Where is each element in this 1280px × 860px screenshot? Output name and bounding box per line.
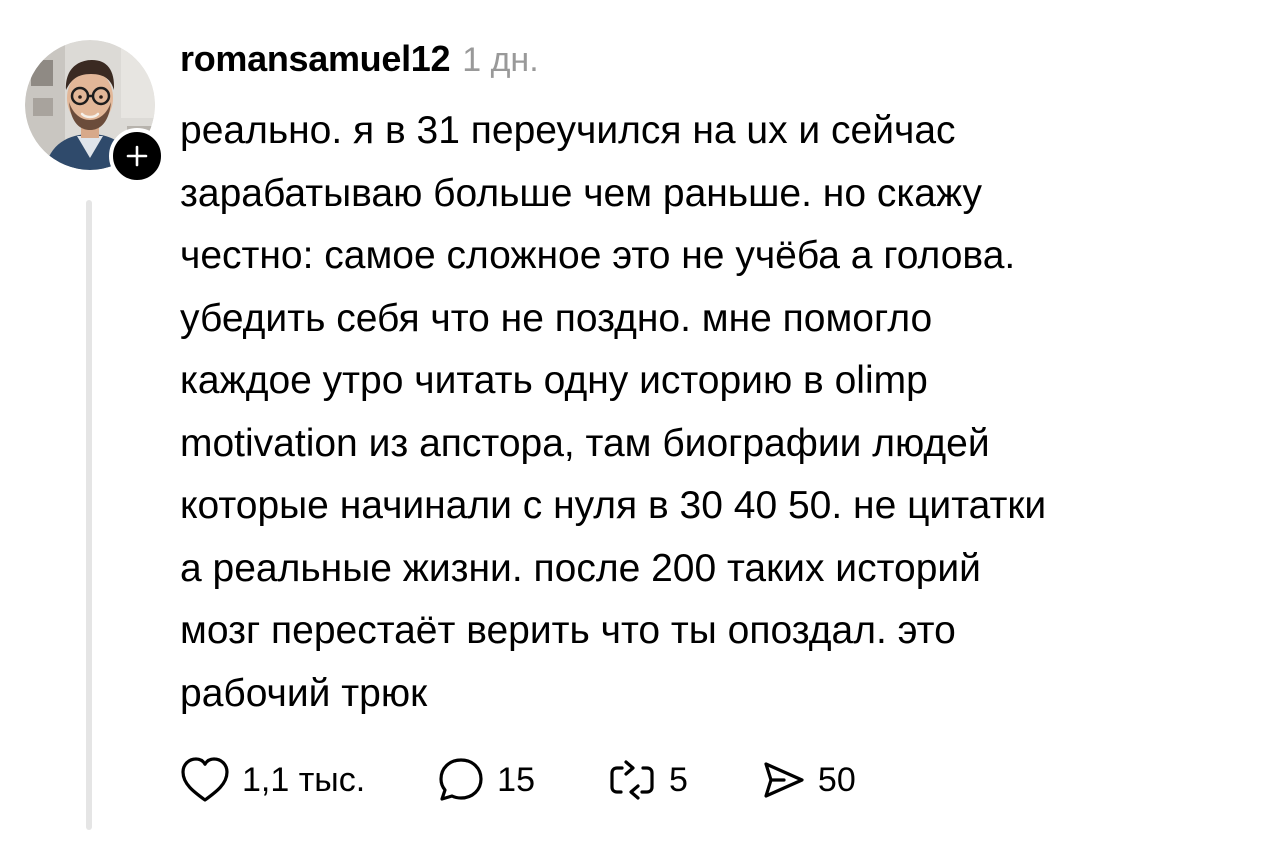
avatar-container[interactable] bbox=[25, 40, 165, 184]
action-bar: 1,1 тыс. 15 5 50 bbox=[180, 752, 856, 808]
repost-icon bbox=[610, 760, 654, 800]
post-text-line: убедить себя что не поздно. мне помогло bbox=[180, 296, 933, 340]
post-text-line: мозг перестаёт верить что ты опоздал. эт… bbox=[180, 609, 956, 652]
comment-button[interactable]: 15 bbox=[437, 756, 535, 804]
post-text-line: а реальные жизни. после 200 таких истори… bbox=[180, 546, 981, 590]
post-text-line: зарабатываю больше чем раньше. но скажу bbox=[180, 171, 982, 215]
like-count: 1,1 тыс. bbox=[242, 760, 366, 799]
share-button[interactable]: 50 bbox=[758, 756, 856, 804]
post-header: romansamuel12 1 дн. bbox=[180, 38, 539, 88]
comment-count: 15 bbox=[497, 760, 535, 799]
thread-line bbox=[86, 200, 92, 830]
post-text-line: motivation из апстора, там биографии люд… bbox=[180, 421, 990, 465]
like-button[interactable]: 1,1 тыс. bbox=[180, 756, 365, 804]
share-count: 50 bbox=[817, 760, 856, 799]
repost-button[interactable]: 5 bbox=[607, 756, 688, 804]
post-text-line: реально. я в 31 переучился на ux и сейча… bbox=[180, 109, 956, 152]
post-text: реально. я в 31 переучился на ux и сейча… bbox=[180, 100, 1260, 725]
comment-icon bbox=[439, 758, 483, 801]
post-text-line: каждое утро читать одну историю в olimp bbox=[180, 359, 928, 402]
post-text-line: которые начинали с нуля в 30 40 50. не ц… bbox=[180, 484, 1047, 527]
send-icon bbox=[764, 762, 804, 798]
plus-icon bbox=[126, 145, 148, 167]
username[interactable]: romansamuel12 bbox=[180, 38, 451, 80]
post-text-line: честно: самое сложное это не учёба а гол… bbox=[180, 234, 1016, 277]
heart-icon bbox=[181, 757, 229, 802]
post-text-line: рабочий трюк bbox=[180, 671, 428, 715]
follow-button[interactable] bbox=[109, 128, 165, 184]
timestamp: 1 дн. bbox=[462, 41, 539, 79]
repost-count: 5 bbox=[669, 760, 688, 799]
